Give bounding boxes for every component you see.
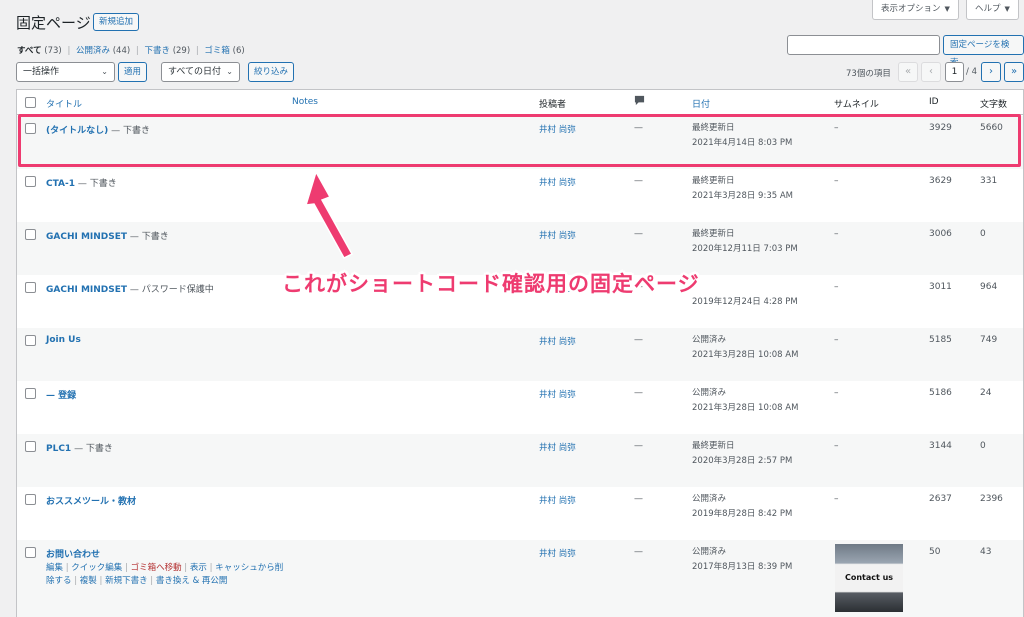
annotation-arrow-icon (304, 170, 354, 259)
annotation-text: これがショートコード確認用の固定ページ (282, 272, 700, 296)
